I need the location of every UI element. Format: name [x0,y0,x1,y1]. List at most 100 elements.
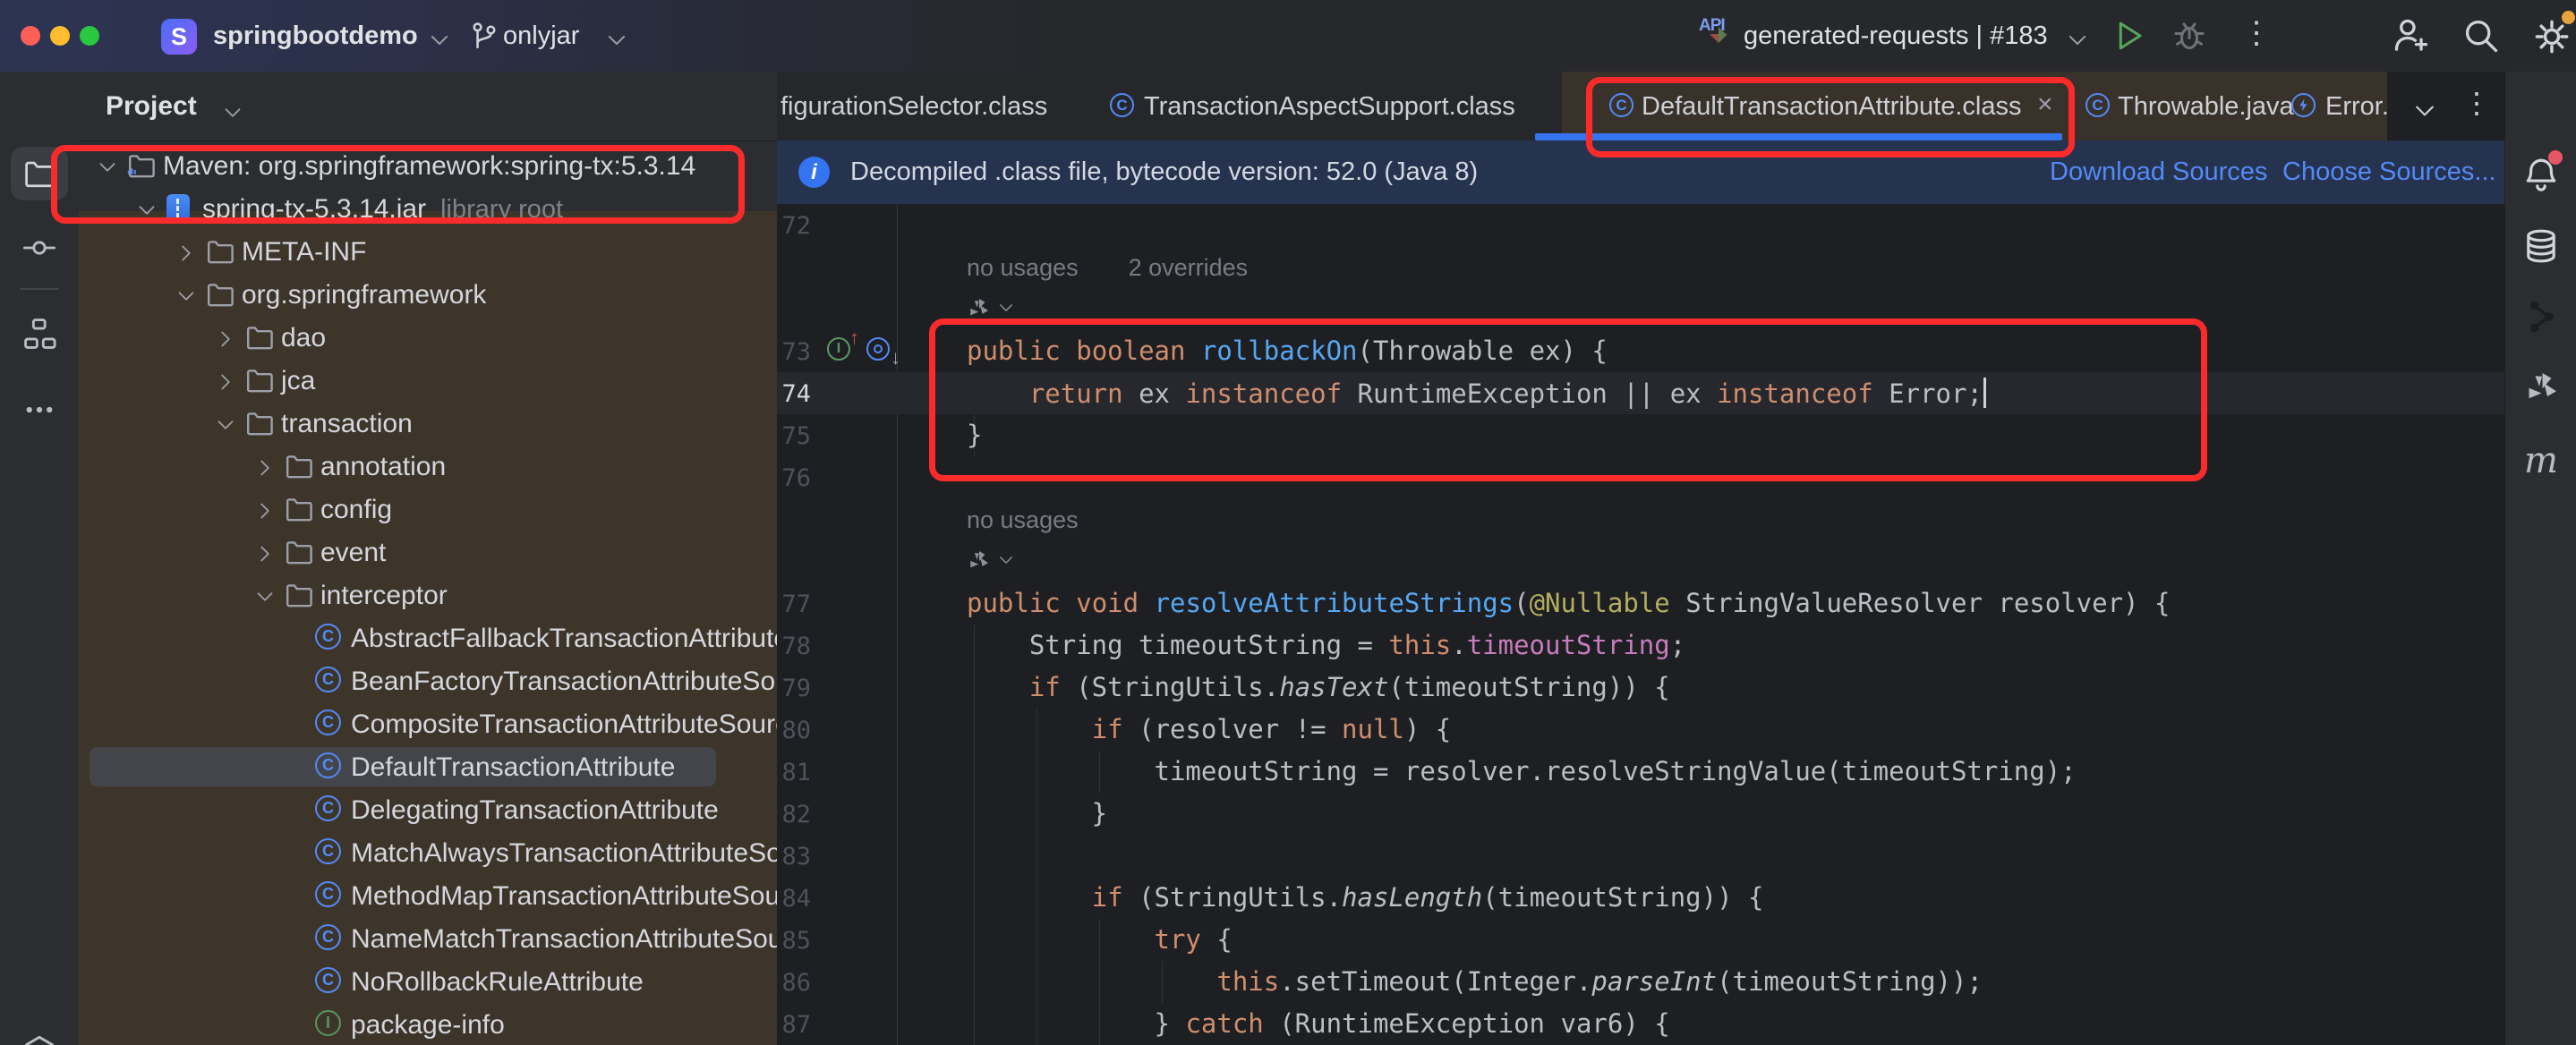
branch-selector[interactable]: onlyjar [503,21,579,51]
tree-item-norollbackruleattribute[interactable]: CNoRollbackRuleAttribute [79,960,777,1003]
chevron-down-icon[interactable] [997,551,1015,573]
tab-overflow-chevron-icon[interactable] [2412,98,2437,128]
code-line-85: 85 try { [777,919,2504,961]
debug-button[interactable] [2171,18,2207,58]
tab-label: TransactionAspectSupport.class [1144,92,1515,122]
code-line-73: 73I↑↓public boolean rollbackOn(Throwable… [777,330,2504,372]
add-user-icon[interactable] [2392,16,2431,60]
tree-item-defaulttransactionattribute[interactable]: CDefaultTransactionAttribute [79,745,777,788]
chevron-down-icon[interactable] [215,414,236,440]
close-tab-icon[interactable]: × [2037,89,2053,120]
tree-item-abstractfallbacktransactionattributesour[interactable]: CAbstractFallbackTransactionAttributeSou… [79,616,777,659]
search-icon[interactable] [2461,16,2501,60]
tree-item-jca[interactable]: jca [79,359,777,402]
implements-method-icon[interactable]: I↑ [827,337,850,361]
package-info-icon: I [315,1010,341,1036]
tree-item-label: DefaultTransactionAttribute [351,752,675,783]
code-line-80: 80 if (resolver != null) { [777,709,2504,751]
maximize-window-button[interactable] [80,26,99,46]
tree-item-config[interactable]: config [79,488,777,531]
tab-options-icon[interactable]: ⋮ [2462,86,2491,120]
tree-item-transaction[interactable]: transaction [79,402,777,445]
code-text: } [967,798,1107,828]
panel-title: Project [106,91,197,122]
notifications-bell-icon[interactable] [2505,156,2576,193]
tree-item-label: MethodMapTransactionAttributeSource [351,881,778,912]
class-icon: C [315,881,341,907]
structure-tool-button[interactable] [0,317,79,351]
tree-item-namematchtransactionattributesource[interactable]: CNameMatchTransactionAttributeSource [79,917,777,960]
tab-label: figurationSelector.class [780,92,1047,122]
tree-item-interceptor[interactable]: interceptor [79,573,777,616]
chevron-down-icon[interactable] [136,200,158,225]
line-number: 86 [777,969,811,997]
tree-item-maven-org-springframework-spring-tx-5-3-[interactable]: Maven: org.springframework:spring-tx:5.3… [79,144,777,187]
choose-sources-link[interactable]: Choose Sources... [2282,157,2496,187]
chevron-right-icon[interactable] [215,328,236,354]
tree-item-spring-tx-5-3-14-jar[interactable]: spring-tx-5.3.14.jarlibrary root [79,187,777,230]
more-tools-button[interactable] [0,394,79,426]
exception-class-icon [2291,93,2316,117]
more-menu-icon[interactable]: ⋮ [2241,15,2272,51]
code-line-81: 81 timeoutString = resolver.resolveStrin… [777,751,2504,793]
tree-item-event[interactable]: event [79,531,777,573]
code-text: String timeoutString = this.timeoutStrin… [967,630,1685,660]
tree-item-methodmaptransactionattributesource[interactable]: C MethodMapTransactionAttributeSource [79,874,777,917]
divider [20,288,59,290]
download-sources-link[interactable]: Download Sources [2050,157,2267,187]
titlebar: S springbootdemo onlyjar API generated-r… [0,0,2576,72]
close-window-button[interactable] [21,26,40,46]
info-icon: i [798,157,830,188]
tree-item-dao[interactable]: dao [79,316,777,359]
code-editor[interactable]: 72no usages2 overrides73I↑↓public boolea… [777,204,2504,1045]
tree-item-label: config [320,495,392,525]
project-panel-header[interactable]: Project [79,72,777,141]
kafka-tool-icon[interactable] [2505,299,2576,335]
code-text: return ex instanceof RuntimeException ||… [967,378,1986,409]
line-number: 78 [777,633,811,660]
tree-item-beanfactorytransactionattributesourceadv[interactable]: CBeanFactoryTransactionAttributeSourceAd… [79,659,777,702]
code-vision-tool-icon[interactable] [2505,370,2576,406]
usages-hint[interactable]: no usages [967,506,1129,534]
tree-item-matchalwaystransactionattributesource[interactable]: CMatchAlwaysTransactionAttributeSource [79,831,777,874]
chevron-down-icon[interactable] [97,157,118,183]
tree-item-meta-inf[interactable]: META-INF [79,230,777,273]
chevron-down-icon[interactable] [997,299,1015,321]
class-icon: C [315,924,341,950]
tree-item-package-info[interactable]: Ipackage-info [79,1003,777,1045]
database-tool-icon[interactable] [2505,227,2576,265]
tree-item-org-springframework[interactable]: org.springframework [79,273,777,316]
chevron-down-icon[interactable] [175,285,197,311]
tree-item-label: package-info [351,1010,505,1041]
tree-item-label: transaction [281,409,413,439]
minimize-window-button[interactable] [50,26,70,46]
folder-icon [206,280,235,313]
tree-item-delegatingtransactionattribute[interactable]: CDelegatingTransactionAttribute [79,788,777,831]
run-config-selector[interactable]: generated-requests | #183 [1744,21,2048,51]
project-selector[interactable]: springbootdemo [213,21,418,51]
chevron-right-icon[interactable] [254,457,276,483]
chevron-right-icon[interactable] [175,242,197,268]
code-text: public boolean rollbackOn(Throwable ex) … [967,336,1608,366]
class-icon: C [1609,93,1633,117]
tree-item-annotation[interactable]: annotation [79,445,777,488]
maven-tool-icon[interactable]: m [2505,440,2576,481]
code-line-82: 82 } [777,793,2504,835]
usages-hint[interactable]: no usages2 overrides [967,254,1298,282]
branch-icon [469,21,499,56]
services-tool-button[interactable] [0,1034,79,1045]
chevron-right-icon[interactable] [254,543,276,569]
folder-icon [285,538,313,571]
chevron-down-icon[interactable] [254,586,276,612]
is-overridden-icon[interactable]: ↓ [866,337,890,361]
code-vision-icon[interactable] [967,297,990,325]
chevron-right-icon[interactable] [215,371,236,397]
commit-tool-button[interactable] [0,231,79,265]
right-toolstrip: m [2504,72,2576,1045]
left-toolstrip [0,72,80,1045]
tree-item-compositetransactionattributesource[interactable]: CCompositeTransactionAttributeSource [79,702,777,745]
project-tool-button[interactable] [0,157,79,190]
run-button[interactable] [2111,18,2146,58]
chevron-right-icon[interactable] [254,500,276,526]
code-vision-icon[interactable] [967,549,990,577]
